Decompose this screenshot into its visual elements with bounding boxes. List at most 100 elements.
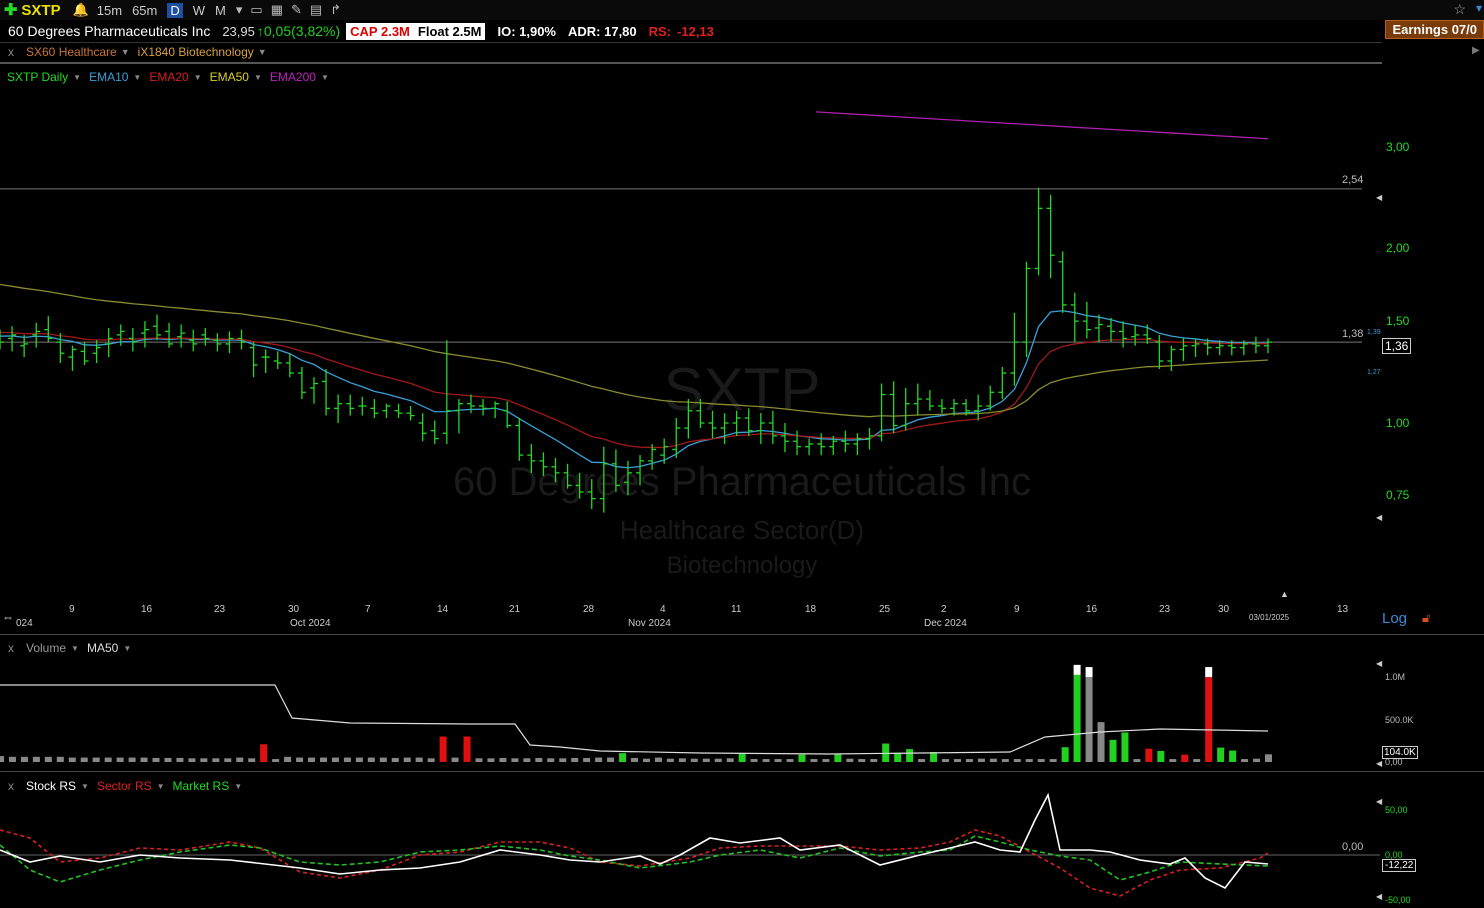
chevron-down-icon[interactable]: ▼ xyxy=(258,47,267,57)
add-icon[interactable]: ✚ xyxy=(4,0,17,20)
scroll-arrows-icon[interactable]: ⇔ xyxy=(2,610,14,624)
volume-bar xyxy=(116,757,124,762)
volume-bar xyxy=(379,757,387,762)
volume-bar xyxy=(989,758,997,762)
interval-65m[interactable]: 65m xyxy=(132,3,157,18)
rs-tick: -50,00 xyxy=(1385,895,1411,905)
chevron-down-icon[interactable]: ▼ xyxy=(121,47,130,57)
volume-bar xyxy=(68,757,76,762)
day-tick: 25 xyxy=(879,604,891,615)
volume-bar xyxy=(690,758,698,762)
lock-icon[interactable]: 🔓︎ xyxy=(1422,610,1430,626)
toolbar: ✚ SXTP 🔔 15m 65m D W M ▾ ▭ ▦ ✎ ▤ ↱ ☆ ▾ xyxy=(0,0,1484,20)
volume-bar xyxy=(619,753,627,762)
dropdown-icon[interactable]: ▾ xyxy=(236,2,243,18)
price-tick: 2,00 xyxy=(1386,241,1410,255)
float-badge: Float 2.5M xyxy=(413,22,486,40)
level-label-mid: 1,38 xyxy=(1342,328,1364,340)
volume-bar xyxy=(415,757,423,762)
price-tick: 0,75 xyxy=(1386,488,1410,502)
month-tick: 024 xyxy=(16,618,33,629)
info-bar: 60 Degrees Pharmaceuticals Inc 23,95 ↑ 0… xyxy=(0,20,1484,42)
interval-15m[interactable]: 15m xyxy=(97,3,122,18)
price-tick: 1,00 xyxy=(1386,416,1410,430)
volume-bar xyxy=(1193,759,1201,762)
bell-icon[interactable]: 🔔 xyxy=(73,2,89,18)
log-toggle[interactable]: Log xyxy=(1382,610,1407,627)
date-axis: 9 16 23 30 7 14 21 28 4 11 18 25 2 9 16 … xyxy=(0,604,1382,632)
volume-bar xyxy=(942,759,950,762)
volume-bar xyxy=(786,759,794,762)
volume-bar xyxy=(92,757,100,762)
chevron-down-icon[interactable]: ▾ xyxy=(1476,1,1482,15)
day-tick: 30 xyxy=(1218,604,1230,615)
current-price-label: 1,36 xyxy=(1382,338,1412,354)
volume-bar xyxy=(571,757,579,762)
marker-up-icon: ▲ xyxy=(1280,589,1289,599)
ema-value-lo: 1,27 xyxy=(1367,369,1381,376)
volume-legend: x Volume ▼ MA50 ▼ xyxy=(8,641,131,655)
volume-bar xyxy=(523,758,531,762)
interval-m[interactable]: M xyxy=(215,3,226,18)
volume-bar xyxy=(1049,759,1057,762)
volume-bar xyxy=(738,753,746,762)
volume-bar xyxy=(188,758,196,762)
volume-bar xyxy=(1133,759,1141,762)
price-chart[interactable] xyxy=(0,64,1484,604)
io-stat: IO: 1,90% xyxy=(497,23,556,39)
interval-d[interactable]: D xyxy=(167,2,183,18)
volume-bar xyxy=(200,758,208,762)
volume-bar xyxy=(774,759,782,762)
close-sector-button[interactable]: x xyxy=(8,45,14,59)
volume-bar xyxy=(44,756,52,762)
star-icon[interactable]: ☆ xyxy=(1453,1,1466,18)
month-tick: Nov 2024 xyxy=(628,618,671,629)
volume-bar xyxy=(176,757,184,762)
end-date: 03/01/2025 xyxy=(1249,613,1290,622)
chart-settings-icon[interactable]: ▭ xyxy=(250,2,262,18)
month-tick: Dec 2024 xyxy=(924,618,967,629)
volume-bar xyxy=(224,758,232,762)
scroll-right-icon[interactable]: ▶ xyxy=(1472,45,1482,57)
volume-bar xyxy=(284,756,292,762)
interval-w[interactable]: W xyxy=(193,3,205,18)
last-price: 23,95 xyxy=(222,23,255,39)
industry-link[interactable]: iX1840 Biotechnology xyxy=(138,45,254,59)
rs-chart[interactable] xyxy=(0,774,1380,908)
volume-bar xyxy=(355,757,363,762)
current-volume-label: 104.0K xyxy=(1382,746,1418,759)
ticker-symbol[interactable]: SXTP xyxy=(21,2,60,19)
sector-link[interactable]: SX60 Healthcare xyxy=(26,45,117,59)
day-tick: 18 xyxy=(805,604,817,615)
chevron-down-icon[interactable]: ▼ xyxy=(123,644,131,653)
volume-bar xyxy=(762,759,770,762)
volume-bar xyxy=(726,758,734,762)
close-volume-pane-button[interactable]: x xyxy=(8,641,14,655)
volume-bar xyxy=(308,757,316,762)
volume-bar xyxy=(965,759,973,762)
earnings-badge[interactable]: Earnings 07/0 xyxy=(1385,20,1484,39)
volume-bar xyxy=(80,757,88,762)
chevron-down-icon[interactable]: ▼ xyxy=(71,644,79,653)
print-icon[interactable]: ▤ xyxy=(310,2,322,18)
volume-bar xyxy=(439,736,447,762)
volume-bar xyxy=(894,752,902,762)
volume-bar xyxy=(427,758,435,762)
volume-bar xyxy=(666,758,674,762)
volume-bar xyxy=(128,757,136,762)
day-tick: 2 xyxy=(941,604,947,615)
table-icon[interactable]: ▦ xyxy=(271,2,283,18)
volume-bar xyxy=(595,757,603,762)
volume-label[interactable]: Volume xyxy=(26,641,66,655)
day-tick: 7 xyxy=(365,604,371,615)
volume-bar xyxy=(559,758,567,762)
volume-bar xyxy=(319,757,327,762)
volume-bar xyxy=(822,759,830,762)
price-tick: 1,50 xyxy=(1386,314,1410,328)
volume-bar xyxy=(475,758,483,762)
pencil-icon[interactable]: ✎ xyxy=(291,2,302,18)
divider xyxy=(0,771,1484,772)
volume-chart[interactable] xyxy=(0,656,1380,764)
share-icon[interactable]: ↱ xyxy=(330,2,341,18)
ma50-label[interactable]: MA50 xyxy=(87,641,118,655)
